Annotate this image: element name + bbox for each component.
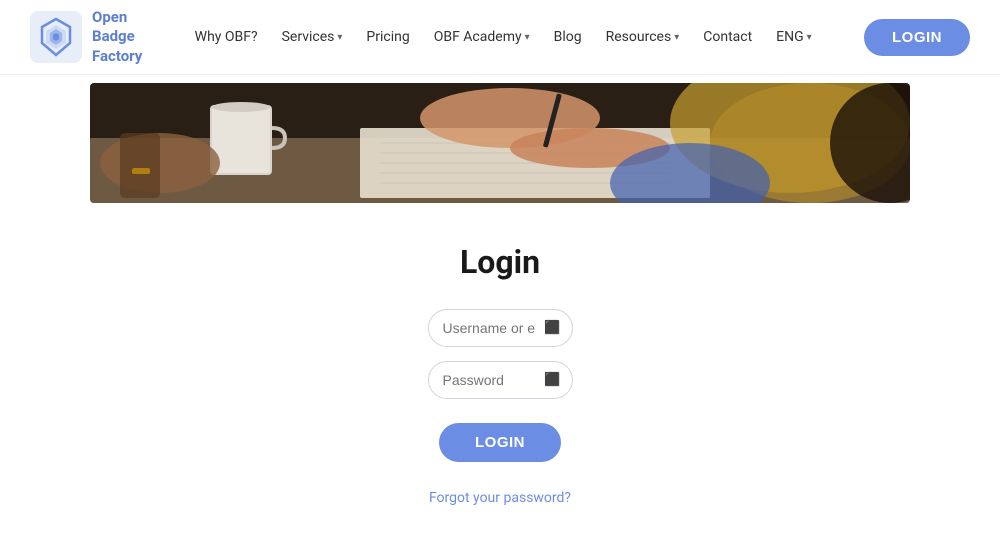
- forgot-password-link[interactable]: Forgot your password?: [429, 490, 571, 506]
- login-title: Login: [460, 243, 540, 281]
- nav-item-resources[interactable]: Resources ▾: [596, 23, 690, 51]
- logo-icon: [30, 11, 82, 63]
- logo-text: Open Badge Factory: [92, 8, 142, 67]
- nav-item-lang[interactable]: ENG ▾: [766, 23, 822, 51]
- chevron-down-icon: ▾: [337, 32, 342, 43]
- chevron-down-icon: ▾: [807, 32, 812, 43]
- chevron-down-icon: ▾: [674, 32, 679, 43]
- nav-item-why-obf[interactable]: Why OBF?: [185, 23, 268, 51]
- logo-link[interactable]: Open Badge Factory: [30, 8, 142, 67]
- site-header: Open Badge Factory Why OBF? Services ▾ P…: [0, 0, 1000, 75]
- username-icon: ⬛: [544, 321, 560, 336]
- hero-image: [90, 83, 910, 203]
- login-submit-button[interactable]: LOGIN: [439, 423, 561, 462]
- main-nav: Why OBF? Services ▾ Pricing OBF Academy …: [185, 23, 822, 51]
- password-field-wrapper: ⬛: [428, 361, 573, 399]
- login-section: Login ⬛ ⬛ LOGIN Forgot your password?: [0, 203, 1000, 536]
- nav-item-pricing[interactable]: Pricing: [356, 23, 419, 51]
- password-icon: ⬛: [544, 373, 560, 388]
- chevron-down-icon: ▾: [525, 32, 530, 43]
- nav-item-contact[interactable]: Contact: [693, 23, 762, 51]
- hero-illustration: [90, 83, 910, 203]
- nav-item-services[interactable]: Services ▾: [272, 23, 353, 51]
- nav-item-blog[interactable]: Blog: [544, 23, 592, 51]
- login-header-button[interactable]: LOGIN: [864, 19, 970, 56]
- nav-item-obf-academy[interactable]: OBF Academy ▾: [424, 23, 540, 51]
- username-field-wrapper: ⬛: [428, 309, 573, 347]
